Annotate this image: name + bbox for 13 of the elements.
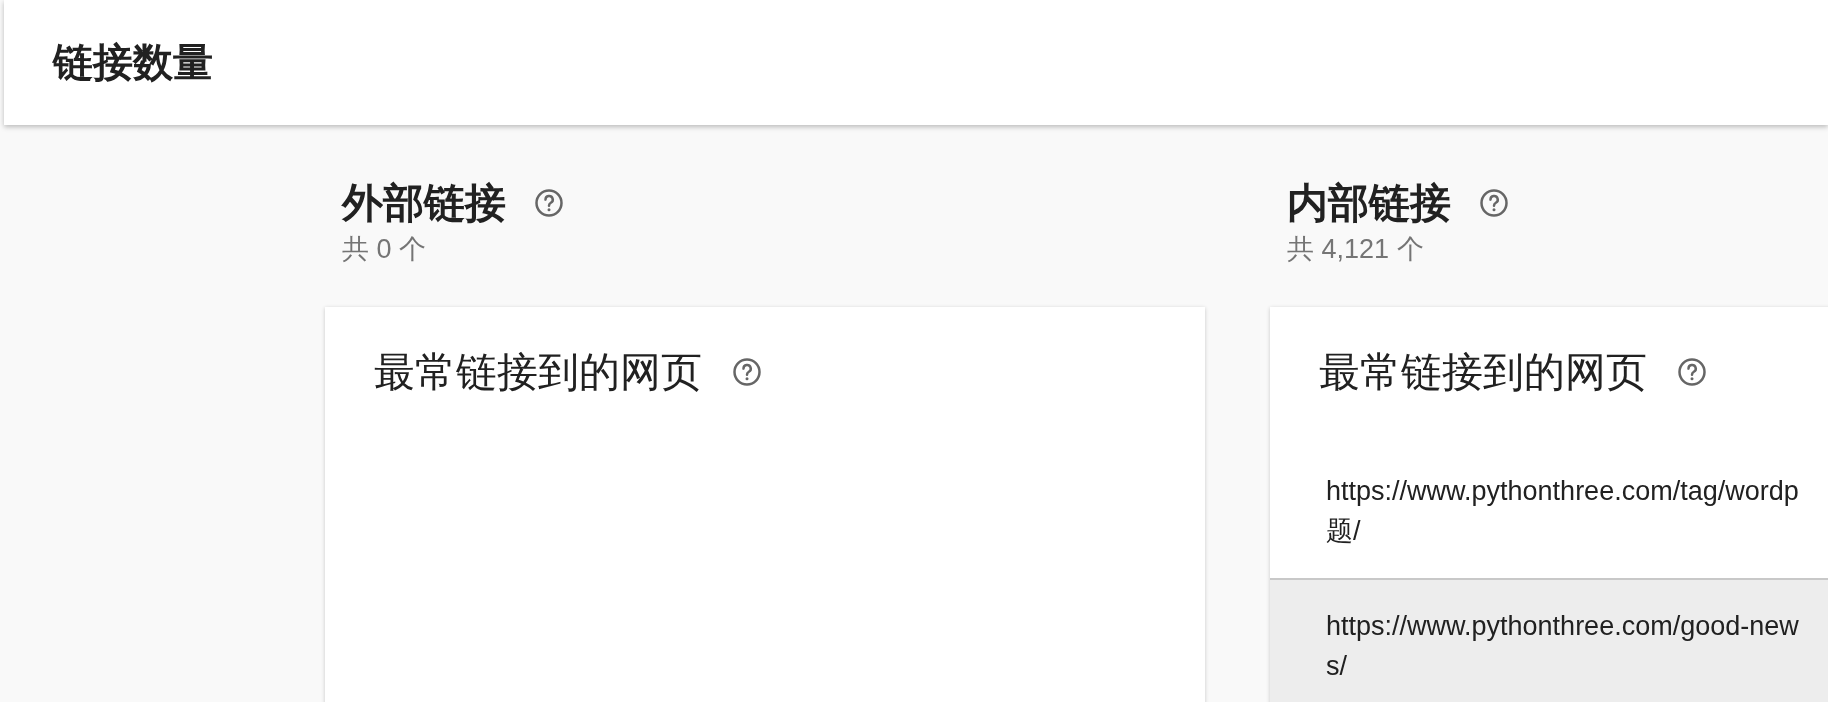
help-icon[interactable]: [1677, 357, 1707, 387]
page-title: 链接数量: [53, 38, 213, 87]
card-title: 最常链接到的网页: [374, 346, 702, 398]
help-icon[interactable]: [1479, 188, 1509, 218]
card-title: 最常链接到的网页: [1319, 346, 1647, 398]
url-row[interactable]: https://www.pythonthree.com/tag/wordp 题/: [1270, 445, 1828, 580]
help-icon[interactable]: [534, 188, 564, 218]
link-count: 共 0 个: [341, 233, 428, 266]
section-title: 内部链接: [1287, 177, 1451, 229]
link-count: 共 4,121 个: [1286, 233, 1425, 266]
help-icon[interactable]: [732, 357, 762, 387]
url-row[interactable]: https://www.pythonthree.com/good-new s/: [1270, 580, 1828, 702]
section-title: 外部链接: [342, 177, 506, 229]
